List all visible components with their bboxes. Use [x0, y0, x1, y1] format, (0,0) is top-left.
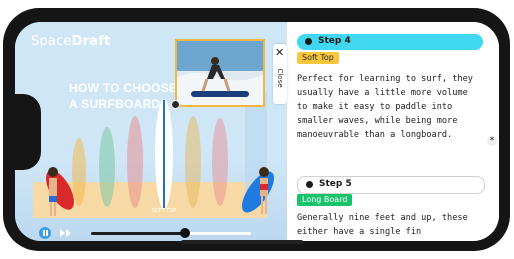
progress-knob[interactable] [180, 228, 191, 238]
step-header-5[interactable]: Step 5 [297, 176, 485, 194]
video-thumbnail[interactable] [175, 39, 265, 107]
step-5-text: Generally nine feet and up, these either… [297, 213, 468, 237]
close-icon: ✕ [275, 46, 285, 59]
pause-button[interactable] [39, 227, 51, 239]
step-header-label: Step 5 [319, 179, 352, 189]
progress-track[interactable] [91, 228, 251, 238]
video-player[interactable]: SpaceDraft HOW TO CHOOSE A SURFBOARD SOF… [15, 22, 293, 241]
board-card-label: SOFT TOP [152, 208, 177, 214]
home-indicator [181, 240, 303, 244]
fast-forward-icon[interactable] [59, 227, 73, 239]
phone-frame: SpaceDraft HOW TO CHOOSE A SURFBOARD SOF… [3, 8, 510, 251]
thumbnail-handle[interactable] [171, 100, 180, 109]
step-4-text: Perfect for learning to surf, they usual… [297, 74, 473, 140]
tag-long-board: Long Board [297, 194, 353, 206]
progress-fill [91, 232, 186, 235]
playback-controls [15, 227, 293, 241]
steps-panel[interactable]: Step 4 Soft Top Perfect for learning to … [287, 22, 499, 241]
step-bullet-icon [306, 181, 313, 188]
tag-soft-top: Soft Top [297, 52, 339, 64]
screen: SpaceDraft HOW TO CHOOSE A SURFBOARD SOF… [15, 22, 499, 241]
phone-notch [15, 94, 41, 170]
step-bullet-icon [305, 38, 312, 45]
asterisk-button[interactable]: * [487, 136, 497, 146]
surfer-photo [177, 41, 263, 105]
step-header-4[interactable]: Step 4 [297, 34, 483, 50]
close-button[interactable]: ✕ Close [273, 44, 287, 104]
close-label: Close [276, 68, 284, 88]
step-header-label: Step 4 [318, 36, 351, 46]
